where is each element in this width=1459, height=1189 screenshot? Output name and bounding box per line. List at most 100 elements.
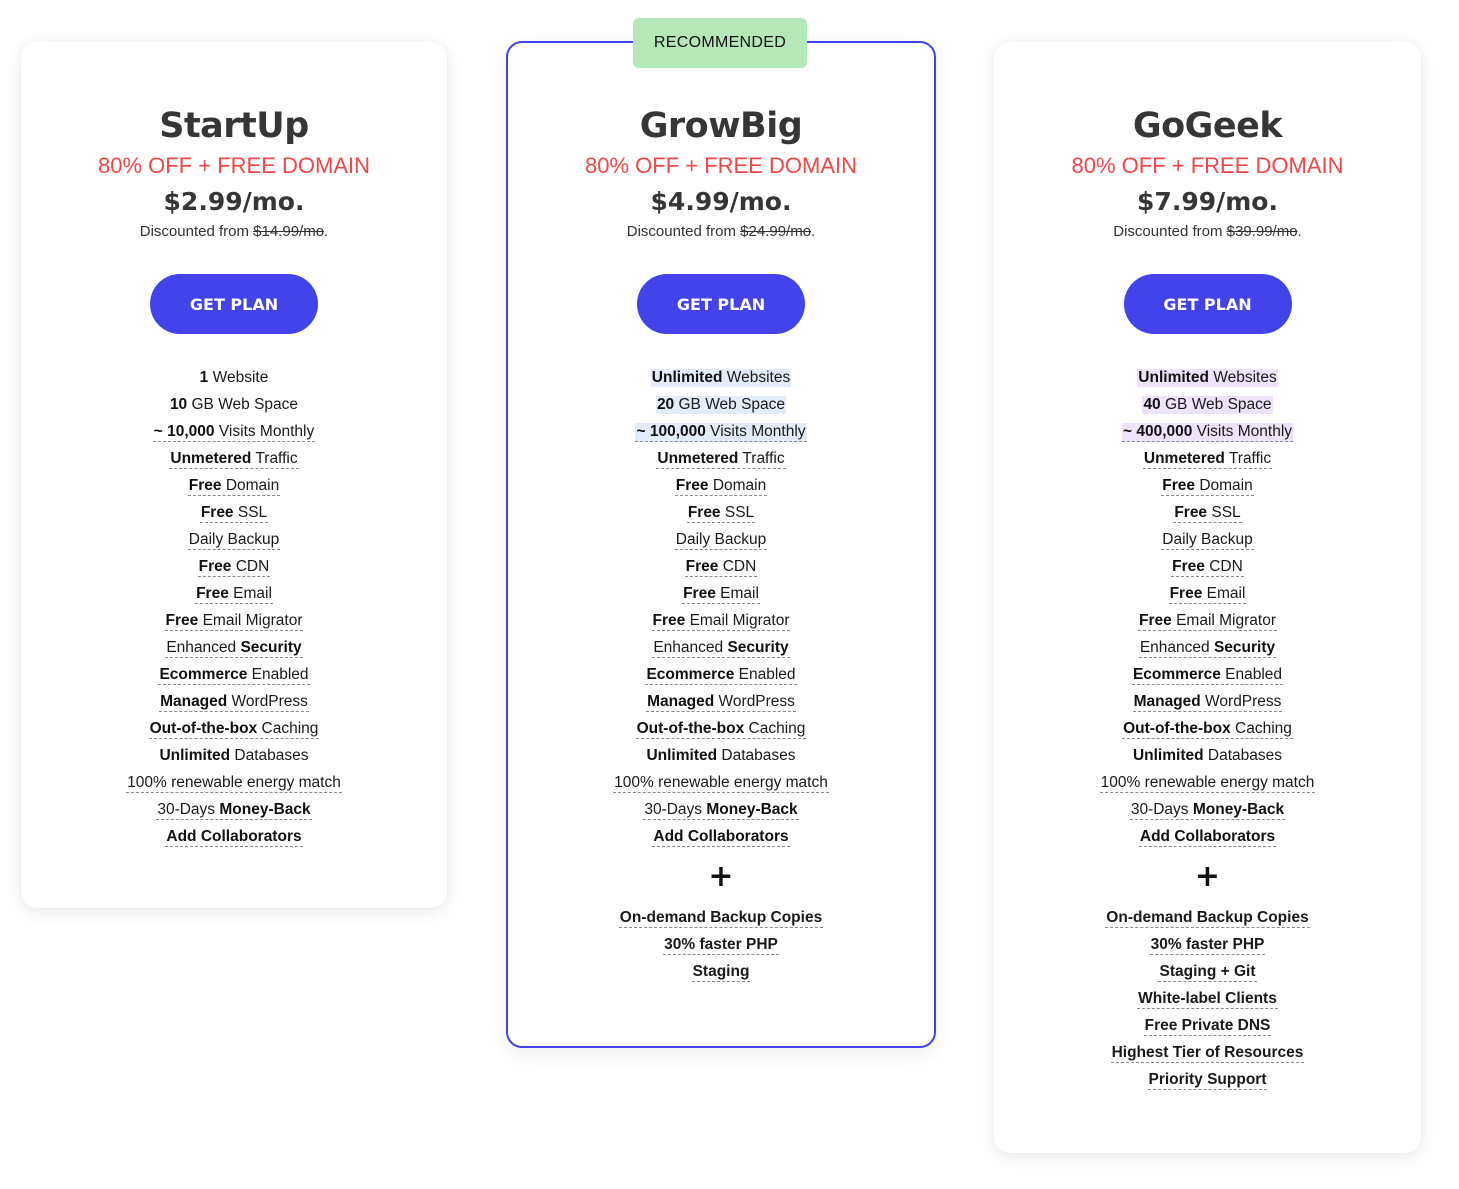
feature-tooltip-trigger[interactable]: Daily Backup [674, 531, 768, 550]
feature-tooltip-trigger[interactable]: Unlimited Websites [1137, 369, 1278, 387]
feature-tooltip-trigger[interactable]: Free SSL [686, 504, 756, 523]
feature-tooltip-trigger[interactable]: Free CDN [197, 558, 271, 577]
feature-highlight: Free [685, 558, 719, 575]
get-plan-button[interactable]: GET PLAN [1123, 274, 1292, 334]
extra-feature-tooltip-trigger[interactable]: Staging + Git [1158, 963, 1257, 982]
feature-tooltip-trigger[interactable]: Unlimited Databases [645, 747, 796, 765]
extra-feature-tooltip-trigger[interactable]: 30% faster PHP [663, 936, 779, 955]
feature-item: Out-of-the-box Caching [994, 715, 1421, 742]
feature-tooltip-trigger[interactable]: Free Email Migrator [164, 612, 304, 631]
recommended-badge: RECOMMENDED [633, 18, 807, 68]
plan-price: $4.99/mo. [650, 187, 792, 216]
extra-feature-tooltip-trigger[interactable]: Priority Support [1147, 1071, 1268, 1090]
feature-text: Email Migrator [1171, 612, 1276, 629]
feature-highlight: Free [196, 585, 229, 602]
feature-tooltip-trigger[interactable]: 100% renewable energy match [613, 774, 829, 793]
get-plan-button[interactable]: GET PLAN [150, 274, 318, 334]
feature-tooltip-trigger[interactable]: Free Domain [674, 477, 768, 496]
feature-tooltip-trigger[interactable]: Free CDN [1171, 558, 1244, 577]
feature-tooltip-trigger[interactable]: Free CDN [684, 558, 758, 577]
feature-item: 10 GB Web Space [21, 391, 447, 418]
feature-highlight: Security [1213, 639, 1276, 656]
feature-tooltip-trigger[interactable]: Unmetered Traffic [169, 450, 299, 469]
feature-tooltip-trigger[interactable]: Out-of-the-box Caching [635, 720, 807, 739]
feature-tooltip-trigger[interactable]: Free SSL [1173, 504, 1242, 523]
feature-tooltip-trigger[interactable]: Enhanced Security [165, 639, 303, 658]
extra-feature-tooltip-trigger[interactable]: On-demand Backup Copies [1105, 909, 1310, 928]
feature-tooltip-trigger[interactable]: 20 GB Web Space [655, 396, 787, 414]
feature-tooltip-trigger[interactable]: Free Email [682, 585, 760, 604]
feature-tooltip-trigger[interactable]: Unlimited Databases [1132, 747, 1283, 765]
feature-tooltip-trigger[interactable]: Daily Backup [187, 531, 281, 550]
feature-tooltip-trigger[interactable]: Free Email [1168, 585, 1247, 604]
feature-highlight: Unlimited [159, 747, 231, 764]
extra-feature-tooltip-trigger[interactable]: Highest Tier of Resources [1110, 1044, 1305, 1063]
feature-tooltip-trigger[interactable]: 30-Days Money-Back [643, 801, 799, 820]
feature-item: Unlimited Databases [994, 742, 1421, 769]
feature-prefix: Enhanced [166, 639, 241, 656]
feature-tooltip-trigger[interactable]: Managed WordPress [1132, 693, 1283, 712]
feature-tooltip-trigger[interactable]: Enhanced Security [652, 639, 790, 658]
feature-item: Ecommerce Enabled [508, 661, 934, 688]
feature-item: Free Email Migrator [508, 607, 934, 634]
feature-tooltip-trigger[interactable]: Out-of-the-box Caching [1122, 720, 1293, 739]
feature-tooltip-trigger[interactable]: Free Domain [187, 477, 281, 496]
feature-tooltip-trigger[interactable]: Unlimited Websites [650, 369, 792, 387]
promo-text: 80% OFF + FREE DOMAIN [98, 153, 370, 178]
feature-text: Email [1202, 585, 1246, 602]
feature-tooltip-trigger[interactable]: Free Email Migrator [651, 612, 791, 631]
feature-text: Email Migrator [198, 612, 303, 629]
plus-icon: + [708, 859, 734, 894]
feature-tooltip-trigger[interactable]: 100% renewable energy match [126, 774, 342, 793]
feature-text: Traffic [738, 450, 785, 467]
feature-item: Daily Backup [21, 526, 447, 553]
get-plan-button[interactable]: GET PLAN [637, 274, 805, 334]
feature-tooltip-trigger[interactable]: 10 GB Web Space [169, 396, 299, 414]
feature-tooltip-trigger[interactable]: Ecommerce Enabled [1131, 666, 1284, 685]
feature-text: Daily Backup [675, 531, 767, 548]
feature-tooltip-trigger[interactable]: Enhanced Security [1138, 639, 1277, 658]
extra-feature-tooltip-trigger[interactable]: 30% faster PHP [1149, 936, 1266, 955]
feature-tooltip-trigger[interactable]: Free SSL [199, 504, 269, 523]
feature-highlight: Free [1139, 612, 1172, 629]
feature-tooltip-trigger[interactable]: Unmetered Traffic [1142, 450, 1273, 469]
promo-text: 80% OFF + FREE DOMAIN [1071, 153, 1344, 178]
feature-item: 20 GB Web Space [508, 391, 934, 418]
feature-highlight: Unlimited [646, 747, 718, 764]
feature-tooltip-trigger[interactable]: Add Collaborators [652, 828, 790, 847]
extra-feature-tooltip-trigger[interactable]: Free Private DNS [1143, 1017, 1272, 1036]
discount-prefix: Discounted from [626, 223, 741, 240]
feature-tooltip-trigger[interactable]: ~ 100,000 Visits Monthly [635, 423, 807, 442]
extra-feature-tooltip-trigger[interactable]: On-demand Backup Copies [618, 909, 824, 928]
feature-tooltip-trigger[interactable]: Free Domain [1161, 477, 1254, 496]
feature-tooltip-trigger[interactable]: ~ 400,000 Visits Monthly [1121, 423, 1294, 442]
feature-prefix: 30-Days [644, 801, 707, 818]
feature-tooltip-trigger[interactable]: Unlimited Databases [158, 747, 309, 765]
feature-tooltip-trigger[interactable]: Add Collaborators [1138, 828, 1277, 847]
feature-tooltip-trigger[interactable]: Managed WordPress [159, 693, 309, 712]
feature-tooltip-trigger[interactable]: Unmetered Traffic [656, 450, 786, 469]
feature-item: Out-of-the-box Caching [508, 715, 934, 742]
feature-tooltip-trigger[interactable]: Managed WordPress [646, 693, 796, 712]
feature-tooltip-trigger[interactable]: Free Email [195, 585, 273, 604]
feature-tooltip-trigger[interactable]: Add Collaborators [165, 828, 303, 847]
feature-tooltip-trigger[interactable]: 40 GB Web Space [1142, 396, 1273, 414]
discount-note: Discounted from $24.99/mo. [508, 221, 934, 243]
feature-tooltip-trigger[interactable]: 1 Website [199, 369, 270, 387]
extra-feature-tooltip-trigger[interactable]: White-label Clients [1137, 990, 1278, 1009]
feature-tooltip-trigger[interactable]: 100% renewable energy match [1099, 774, 1316, 793]
feature-text: Caching [744, 720, 806, 737]
feature-tooltip-trigger[interactable]: 30-Days Money-Back [1129, 801, 1286, 820]
feature-tooltip-trigger[interactable]: Out-of-the-box Caching [148, 720, 320, 739]
feature-highlight: Free [687, 504, 721, 521]
original-price: $24.99/mo [740, 223, 812, 240]
feature-tooltip-trigger[interactable]: Daily Backup [1161, 531, 1254, 550]
extra-feature-tooltip-trigger[interactable]: Staging [691, 963, 751, 982]
feature-tooltip-trigger[interactable]: Free Email Migrator [1138, 612, 1277, 631]
feature-tooltip-trigger[interactable]: ~ 10,000 Visits Monthly [152, 423, 316, 442]
feature-highlight: Out-of-the-box [1123, 720, 1231, 737]
feature-tooltip-trigger[interactable]: Ecommerce Enabled [645, 666, 797, 685]
feature-tooltip-trigger[interactable]: 30-Days Money-Back [156, 801, 312, 820]
feature-tooltip-trigger[interactable]: Ecommerce Enabled [158, 666, 310, 685]
feature-item: Free Domain [508, 472, 934, 499]
